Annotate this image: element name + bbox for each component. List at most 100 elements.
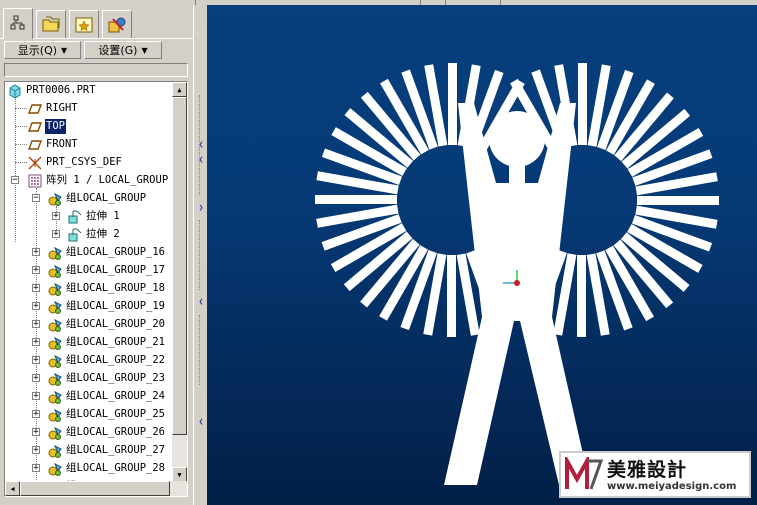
- tree-item-label: 组LOCAL_GROUP_20: [66, 318, 166, 330]
- group-icon: [48, 390, 62, 404]
- tree-item-group[interactable]: + 组LOCAL_GROUP_27: [5, 442, 172, 460]
- tree-item-group[interactable]: + 组LOCAL_GROUP_20: [5, 316, 172, 334]
- tree-item-group[interactable]: + 组LOCAL_GROUP_25: [5, 406, 172, 424]
- tab-model-tree[interactable]: [3, 8, 33, 39]
- collapse-icon[interactable]: −: [11, 176, 19, 185]
- fin-segment: [447, 255, 456, 337]
- tree-item-label: 组LOCAL_GROUP_28: [66, 462, 166, 474]
- scroll-down-icon[interactable]: ▼: [172, 467, 187, 482]
- tree-item-top[interactable]: TOP: [5, 118, 172, 136]
- chevron-left-icon[interactable]: ❮: [194, 140, 208, 149]
- tree-vertical-scrollbar[interactable]: ▲ ▼: [172, 82, 187, 482]
- tree-item-label: 组LOCAL_GROUP_23: [66, 372, 166, 384]
- group-icon: [48, 372, 62, 386]
- tree-item-group[interactable]: + 组LOCAL_GROUP_18: [5, 280, 172, 298]
- tree-item-label: 组LOCAL_GROUP_25: [66, 408, 166, 420]
- scrollbar-thumb[interactable]: [172, 97, 187, 435]
- chevron-right-icon[interactable]: ❯: [194, 203, 208, 212]
- meiya-logo-icon: [565, 457, 603, 490]
- expand-icon[interactable]: +: [32, 428, 40, 437]
- tree-item-group[interactable]: + 组LOCAL_GROUP_23: [5, 370, 172, 388]
- settings-menu-button[interactable]: 设置(G) ▼: [84, 41, 162, 59]
- expand-icon[interactable]: +: [32, 356, 40, 365]
- collapse-icon[interactable]: −: [32, 194, 40, 203]
- fin-segment: [578, 63, 587, 145]
- tree-item-group[interactable]: + 组LOCAL_GROUP_28: [5, 460, 172, 478]
- watermark-title: 美雅設計: [607, 459, 688, 481]
- tree-item-extrude[interactable]: + 拉伸 1: [5, 208, 172, 226]
- pattern-icon: [28, 174, 42, 188]
- scroll-right-icon[interactable]: ▶: [187, 481, 188, 496]
- show-menu-button[interactable]: 显示(Q) ▼: [4, 41, 81, 59]
- expand-icon[interactable]: +: [32, 320, 40, 329]
- favorites-icon: [75, 17, 93, 32]
- graphics-window[interactable]: [207, 5, 757, 505]
- navigator-tabs: [3, 8, 193, 39]
- show-menu-label: 显示(Q): [17, 44, 58, 57]
- datum-plane-icon: [27, 122, 43, 132]
- tree-item-group[interactable]: + 组LOCAL_GROUP_24: [5, 388, 172, 406]
- scrollbar-thumb[interactable]: [20, 481, 170, 496]
- tree-filter-field[interactable]: [4, 63, 188, 77]
- expand-icon[interactable]: +: [32, 284, 40, 293]
- tree-item-csys[interactable]: PRT_CSYS_DEF: [5, 154, 172, 172]
- tree-item-label: 组LOCAL_GROUP_21: [66, 336, 166, 348]
- tree-item-label: FRONT: [46, 138, 78, 150]
- tree-item-right[interactable]: RIGHT: [5, 100, 172, 118]
- tree-item-group[interactable]: − 组LOCAL_GROUP: [5, 190, 172, 208]
- expand-icon[interactable]: +: [32, 266, 40, 275]
- tree-item-group[interactable]: + 组LOCAL_GROUP_26: [5, 424, 172, 442]
- tree-item-group[interactable]: + 组LOCAL_GROUP_17: [5, 262, 172, 280]
- tree-item-label: 组LOCAL_GROUP_17: [66, 264, 166, 276]
- tree-item-extrude[interactable]: + 拉伸 2: [5, 226, 172, 244]
- group-icon: [48, 318, 62, 332]
- tree-item-label: 组LOCAL_GROUP: [66, 192, 147, 204]
- expand-icon[interactable]: +: [52, 230, 60, 239]
- scroll-left-icon[interactable]: ◀: [5, 481, 20, 496]
- tree-item-label: 组LOCAL_GROUP_26: [66, 426, 166, 438]
- fin-segment: [448, 63, 457, 145]
- tab-favorites[interactable]: [69, 10, 99, 38]
- datum-plane-icon: [27, 104, 43, 114]
- tree-item-label: 组LOCAL_GROUP_19: [66, 300, 166, 312]
- scroll-up-icon[interactable]: ▲: [172, 82, 187, 97]
- model-tree-icon: [10, 15, 25, 30]
- group-icon: [48, 246, 62, 260]
- tree-item-pattern[interactable]: − 阵列 1 / LOCAL_GROUP: [5, 172, 172, 190]
- group-icon: [48, 192, 62, 206]
- tree-item-label: 拉伸 2: [86, 228, 120, 240]
- tab-connections[interactable]: [102, 10, 132, 38]
- expand-icon[interactable]: +: [32, 392, 40, 401]
- tree-item-group[interactable]: + 组LOCAL_GROUP_19: [5, 298, 172, 316]
- chevron-left-icon[interactable]: ❮: [194, 417, 208, 426]
- tree-item-group[interactable]: + 组LOCAL_GROUP_16: [5, 244, 172, 262]
- panel-splitter[interactable]: ❮ ❮ ❯ ❮ ❮: [193, 5, 207, 505]
- group-icon: [48, 426, 62, 440]
- expand-icon[interactable]: +: [32, 374, 40, 383]
- tab-folder-browser[interactable]: [36, 10, 66, 38]
- connections-icon: [108, 17, 126, 32]
- expand-icon[interactable]: +: [32, 302, 40, 311]
- tree-item-front[interactable]: FRONT: [5, 136, 172, 154]
- tree-menubar: 显示(Q) ▼ 设置(G) ▼: [4, 41, 188, 61]
- expand-icon[interactable]: +: [32, 248, 40, 257]
- tree-item-label: 组LOCAL_GROUP_27: [66, 444, 166, 456]
- chevron-down-icon: ▼: [141, 45, 148, 55]
- tree-item-label: 组LOCAL_GROUP_22: [66, 354, 166, 366]
- pro-engineer-window: 显示(Q) ▼ 设置(G) ▼ PRT0006.PRT RIGHT TOP FR…: [0, 0, 757, 505]
- group-icon: [48, 354, 62, 368]
- tree-item-root[interactable]: PRT0006.PRT: [5, 82, 172, 100]
- chevron-left-icon[interactable]: ❮: [194, 297, 208, 306]
- expand-icon[interactable]: +: [32, 338, 40, 347]
- expand-icon[interactable]: +: [32, 464, 40, 473]
- tree-item-group[interactable]: + 组LOCAL_GROUP_22: [5, 352, 172, 370]
- tree-item-group[interactable]: + 组LOCAL_GROUP_21: [5, 334, 172, 352]
- chevron-left-icon[interactable]: ❮: [194, 155, 208, 164]
- coordinate-system-icon: [28, 156, 42, 170]
- expand-icon[interactable]: +: [32, 410, 40, 419]
- expand-icon[interactable]: +: [32, 446, 40, 455]
- extrude-icon: [68, 210, 82, 224]
- tree-horizontal-scrollbar[interactable]: ◀ ▶: [5, 481, 187, 496]
- tree-item-label: 组LOCAL_GROUP_24: [66, 390, 166, 402]
- expand-icon[interactable]: +: [52, 212, 60, 221]
